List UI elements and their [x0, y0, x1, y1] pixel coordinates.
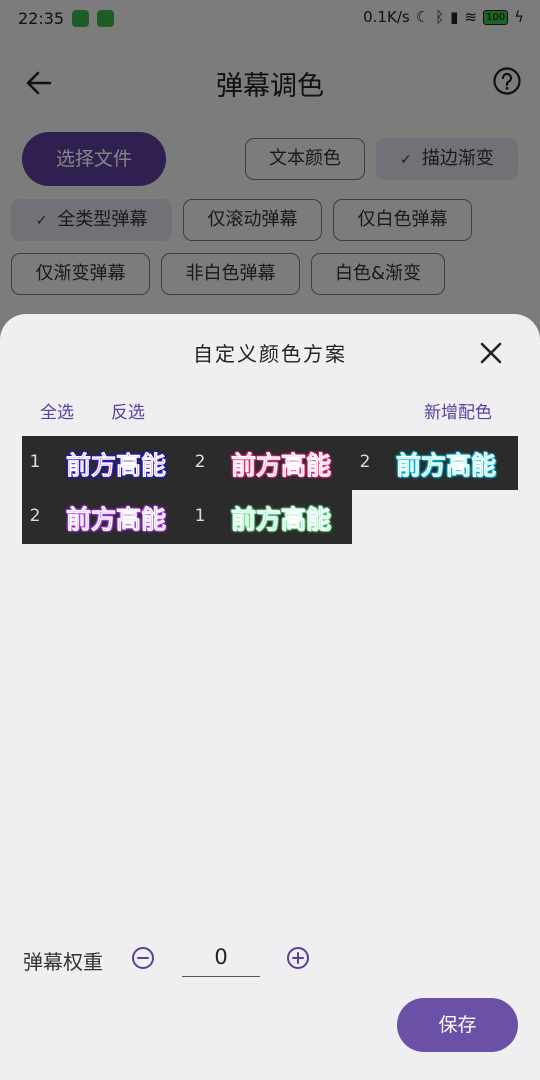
- color-scheme-item[interactable]: 2 前方高能: [22, 490, 187, 544]
- select-all-button[interactable]: 全选: [40, 398, 74, 423]
- add-color-button[interactable]: 新增配色: [424, 398, 492, 423]
- save-button[interactable]: 保存: [397, 998, 518, 1052]
- color-scheme-item[interactable]: 1 前方高能: [187, 490, 352, 544]
- scheme-weight: 2: [29, 506, 41, 526]
- scheme-preview-text: 前方高能: [66, 451, 167, 481]
- custom-color-sheet: 自定义颜色方案 全选 反选 新增配色 1 前方高能 2 前方高能 2 前方高能 …: [0, 314, 540, 1080]
- sheet-title: 自定义颜色方案: [193, 342, 347, 366]
- scheme-preview-text: 前方高能: [231, 505, 332, 535]
- close-icon[interactable]: [478, 340, 504, 366]
- scheme-preview-text: 前方高能: [66, 505, 167, 535]
- color-scheme-item[interactable]: 2 前方高能: [352, 436, 518, 490]
- scheme-weight: 2: [359, 452, 371, 472]
- weight-label: 弹幕权重: [23, 950, 103, 974]
- color-scheme-item[interactable]: 2 前方高能: [187, 436, 352, 490]
- scheme-weight: 1: [29, 452, 41, 472]
- scheme-preview-text: 前方高能: [231, 451, 332, 481]
- plus-circle-icon[interactable]: [286, 946, 310, 970]
- color-scheme-item[interactable]: 1 前方高能: [22, 436, 187, 490]
- scheme-weight: 1: [194, 506, 206, 526]
- scheme-preview-text: 前方高能: [396, 451, 497, 481]
- invert-selection-button[interactable]: 反选: [111, 398, 145, 423]
- scheme-weight: 2: [194, 452, 206, 472]
- minus-circle-icon[interactable]: [131, 946, 155, 970]
- weight-input[interactable]: [182, 938, 260, 977]
